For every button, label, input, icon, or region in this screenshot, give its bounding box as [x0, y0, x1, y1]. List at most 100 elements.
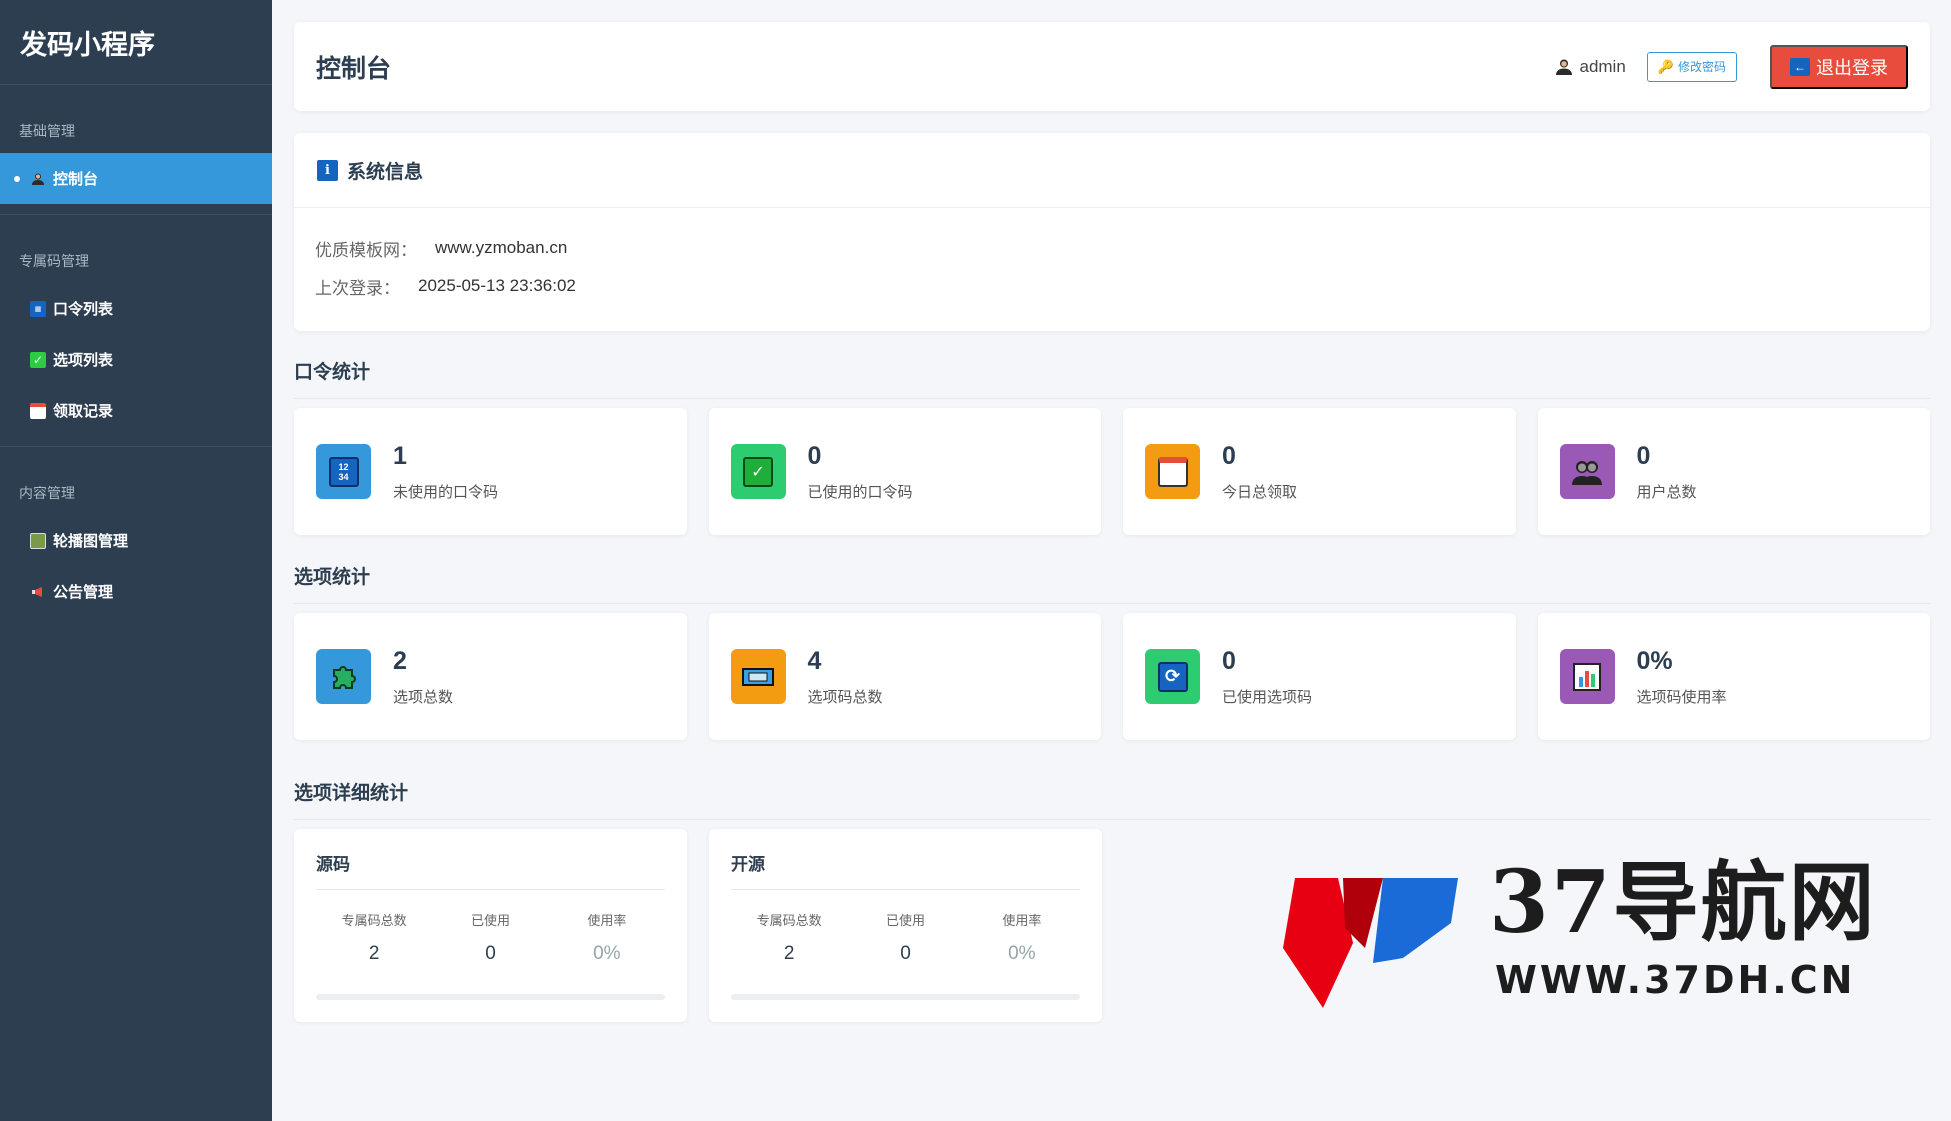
detail-col-value: 2: [783, 943, 795, 964]
stat-card-used-option-codes: ⟳ 0 已使用选项码: [1123, 613, 1516, 740]
sidebar-item-option-list[interactable]: ✓ 选项列表: [0, 334, 272, 385]
nav-group-title: 专属码管理: [19, 253, 89, 269]
sidebar-item-label: 公告管理: [53, 584, 114, 601]
stat-text: 1 未使用的口令码: [393, 442, 498, 502]
active-dot: [14, 175, 20, 182]
sidebar-item-label: 选项列表: [53, 352, 114, 369]
detail-card-open-source: 开源 专属码总数 2 已使用 0 使用率 0%: [709, 829, 1102, 1022]
info-row-site: 优质模板网： www.yzmoban.cn: [294, 229, 1930, 267]
refresh-icon: ⟳: [1157, 661, 1188, 692]
option-detail-row: 源码 专属码总数 2 已使用 0 使用率 0% 开源 专属码总数 2 已使用 0…: [294, 829, 1102, 1022]
detail-col-value: 0%: [1008, 943, 1036, 964]
user-icon: [1556, 59, 1573, 75]
current-user: admin: [1555, 56, 1626, 77]
detail-col-label: 已使用: [885, 913, 925, 928]
stat-value: 4: [807, 646, 822, 675]
stat-value: 0: [1222, 646, 1236, 675]
sidebar-item-label: 轮播图管理: [53, 533, 129, 550]
stat-text: 4 选项码总数: [808, 647, 883, 707]
system-info-title: 系统信息: [347, 161, 424, 183]
bar-chart-icon: [1573, 662, 1601, 691]
option-stats-row: 2 选项总数 4 选项码总数 ⟳ 0 已使用选项码 0% 选项码使用率: [294, 613, 1930, 740]
numbers-icon: 12 34: [328, 456, 359, 487]
sidebar-item-dashboard[interactable]: 控制台: [0, 153, 272, 204]
section-title-option-detail: 选项详细统计: [294, 778, 1930, 820]
detail-col-used: 已使用 0: [847, 910, 963, 965]
detail-col-value: 0: [900, 943, 911, 964]
user-icon: [30, 171, 46, 187]
stat-icon-bg: [1559, 649, 1615, 704]
detail-col-label: 专属码总数: [756, 913, 822, 928]
key-icon: 🔑: [1657, 58, 1674, 74]
nav-group-basic: 基础管理 控制台: [0, 85, 272, 215]
stat-text: 0 已使用选项码: [1222, 647, 1312, 707]
stat-label: 选项总数: [393, 688, 454, 706]
detail-col-rate: 使用率 0%: [964, 910, 1080, 965]
stat-card-total-users: 0 用户总数: [1537, 408, 1930, 535]
detail-card-title: 源码: [316, 829, 665, 890]
arrow-left-icon: ←: [1790, 57, 1810, 76]
detail-grid: 专属码总数 2 已使用 0 使用率 0%: [731, 910, 1080, 965]
stat-label: 用户总数: [1636, 483, 1697, 501]
sidebar: 发码小程序 基础管理 控制台 专属码管理 ▦ 口令列表 ✓ 选项列表 领取记录 …: [0, 0, 272, 1121]
detail-col-rate: 使用率 0%: [549, 910, 665, 965]
username: admin: [1579, 56, 1626, 76]
stat-icon-bg: [316, 649, 371, 704]
info-icon: i: [317, 159, 338, 181]
stat-label: 选项码使用率: [1636, 688, 1727, 706]
stat-label: 未使用的口令码: [393, 483, 499, 501]
stat-text: 0 用户总数: [1637, 442, 1697, 502]
usage-progress-bar: [316, 994, 665, 1000]
code-stats-row: 12 34 1 未使用的口令码 ✓ 0 已使用的口令码 0 今日总领取 0 用户…: [294, 408, 1930, 535]
stat-icon-bg: [730, 649, 786, 704]
system-info-panel: i 系统信息 优质模板网： www.yzmoban.cn 上次登录： 2025-…: [294, 133, 1930, 331]
detail-col-used: 已使用 0: [432, 910, 548, 965]
calendar-icon: [30, 402, 46, 419]
detail-col-label: 专属码总数: [341, 913, 407, 928]
detail-col-value: 2: [368, 943, 380, 964]
stat-card-option-code-total: 4 选项码总数: [708, 613, 1101, 740]
detail-col-value: 0%: [593, 943, 621, 964]
detail-card-title: 开源: [731, 829, 1080, 890]
ticket-icon: [742, 667, 774, 686]
nav-group-title: 内容管理: [19, 485, 75, 501]
info-label: 上次登录：: [315, 278, 400, 298]
info-value: 2025-05-13 23:36:02: [418, 276, 576, 295]
change-password-button[interactable]: 🔑 修改密码: [1646, 51, 1737, 82]
stat-label: 已使用选项码: [1222, 688, 1313, 706]
detail-grid: 专属码总数 2 已使用 0 使用率 0%: [316, 910, 665, 965]
stat-card-option-total: 2 选项总数: [294, 613, 687, 740]
info-row-last-login: 上次登录： 2025-05-13 23:36:02: [294, 267, 1930, 305]
stat-label: 选项码总数: [807, 688, 883, 706]
users-icon: [1572, 460, 1602, 485]
stat-text: 2 选项总数: [393, 647, 453, 707]
detail-card-source: 源码 专属码总数 2 已使用 0 使用率 0%: [294, 829, 687, 1022]
logout-button[interactable]: ← 退出登录: [1770, 44, 1908, 89]
detail-col-value: 0: [485, 943, 496, 964]
calendar-icon: [1157, 456, 1188, 487]
stat-icon-bg: 12 34: [316, 444, 371, 499]
watermark: 37导航网 WWW.37DH.CN: [1283, 860, 1943, 1008]
numbers-icon: ▦: [30, 300, 46, 317]
stat-icon-bg: [1559, 444, 1615, 499]
info-value: www.yzmoban.cn: [435, 238, 568, 257]
stat-label: 已使用的口令码: [807, 483, 913, 501]
section-title-code-stats: 口令统计: [294, 357, 1930, 399]
sidebar-item-code-list[interactable]: ▦ 口令列表: [0, 283, 272, 334]
stat-value: 1: [393, 441, 407, 470]
section-title-option-stats: 选项统计: [294, 562, 1930, 604]
stat-card-unused-codes: 12 34 1 未使用的口令码: [294, 408, 687, 535]
stat-text: 0% 选项码使用率: [1637, 647, 1727, 707]
stat-card-usage-rate: 0% 选项码使用率: [1537, 613, 1930, 740]
image-icon: [30, 532, 46, 549]
stat-icon-bg: ⟳: [1145, 649, 1200, 704]
watermark-logo: [1283, 878, 1458, 1008]
stat-text: 0 今日总领取: [1222, 442, 1297, 502]
nav-group-content: 内容管理 轮播图管理 公告管理: [0, 447, 272, 627]
sidebar-item-claim-records[interactable]: 领取记录: [0, 385, 272, 436]
stat-value: 0%: [1636, 646, 1673, 675]
sidebar-item-banners[interactable]: 轮播图管理: [0, 515, 272, 566]
sidebar-item-announcements[interactable]: 公告管理: [0, 566, 272, 617]
detail-col-total: 专属码总数 2: [731, 910, 847, 965]
sidebar-item-label: 控制台: [53, 171, 99, 188]
